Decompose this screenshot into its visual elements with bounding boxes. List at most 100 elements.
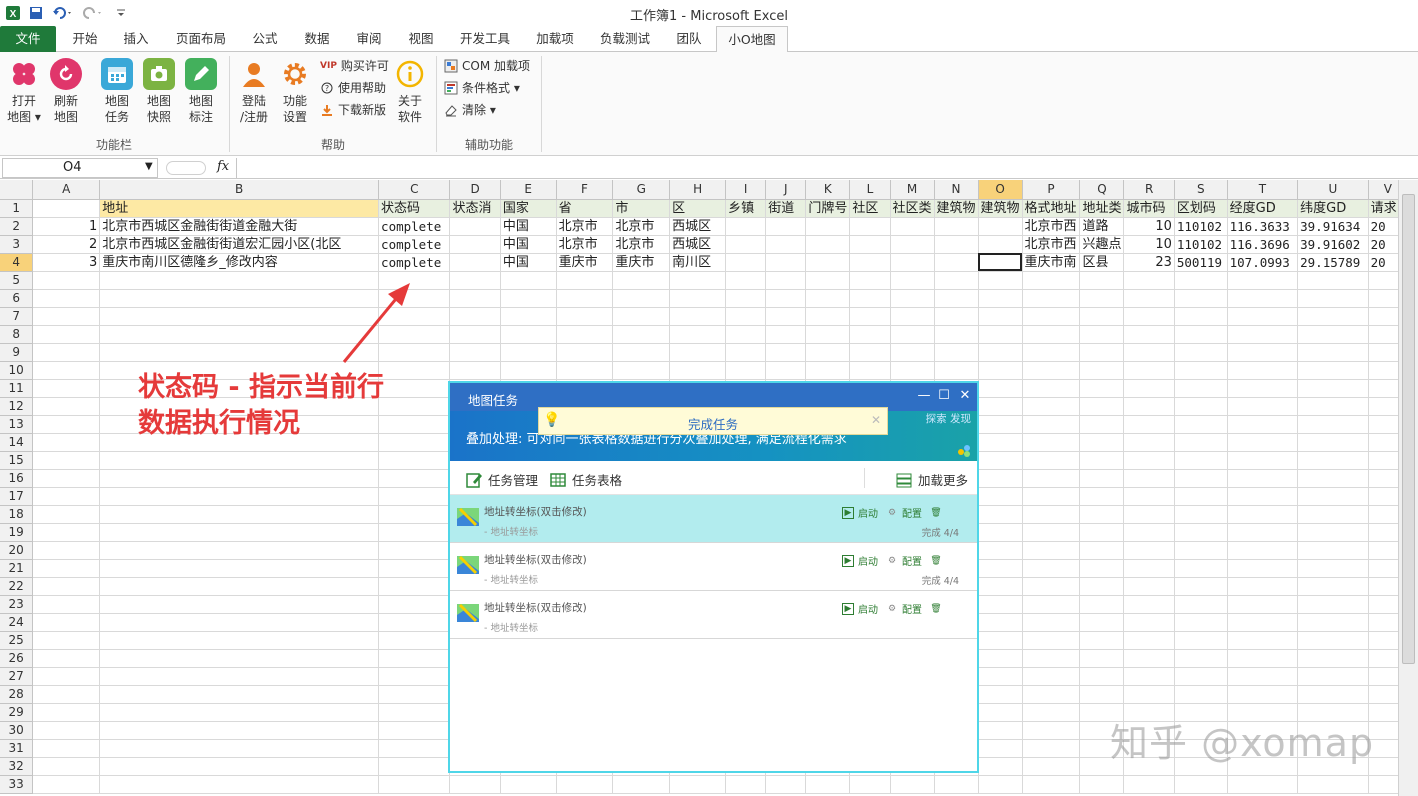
cell-h9[interactable]	[669, 343, 727, 362]
cell-c3[interactable]: complete	[378, 235, 451, 254]
cell-q16[interactable]	[1079, 469, 1125, 488]
cell-g1[interactable]: 市	[612, 199, 671, 218]
cell-p14[interactable]	[1022, 433, 1081, 452]
cell-t2[interactable]: 116.3633	[1227, 217, 1299, 236]
cell-o31[interactable]	[978, 739, 1023, 758]
cell-u19[interactable]	[1297, 523, 1369, 542]
cell-r33[interactable]	[1123, 775, 1175, 794]
cell-o25[interactable]	[978, 631, 1023, 650]
cell-u14[interactable]	[1297, 433, 1369, 452]
cell-s27[interactable]	[1174, 667, 1228, 686]
cell-b31[interactable]	[99, 739, 380, 758]
cell-a6[interactable]	[32, 289, 101, 308]
cell-b21[interactable]	[99, 559, 380, 578]
cell-t25[interactable]	[1227, 631, 1299, 650]
gear-icon[interactable]: ⚙	[886, 507, 898, 519]
cell-a19[interactable]	[32, 523, 101, 542]
cell-p17[interactable]	[1022, 487, 1081, 506]
cell-n6[interactable]	[934, 289, 979, 308]
cell-b23[interactable]	[99, 595, 380, 614]
cell-u20[interactable]	[1297, 541, 1369, 560]
cell-r4[interactable]: 23	[1123, 253, 1175, 272]
cell-o9[interactable]	[978, 343, 1023, 362]
cell-o19[interactable]	[978, 523, 1023, 542]
tab-review[interactable]: 审阅	[346, 26, 392, 52]
cell-u24[interactable]	[1297, 613, 1369, 632]
cell-j33[interactable]	[765, 775, 807, 794]
cell-s10[interactable]	[1174, 361, 1228, 380]
row-header[interactable]: 23	[0, 595, 34, 614]
cell-r11[interactable]	[1123, 379, 1175, 398]
start-button[interactable]: 启动	[858, 553, 878, 568]
cell-a27[interactable]	[32, 667, 101, 686]
map-label-button[interactable]: 地图 标注	[183, 58, 219, 125]
cell-u13[interactable]	[1297, 415, 1369, 434]
cell-q6[interactable]	[1079, 289, 1125, 308]
cell-c32[interactable]	[378, 757, 451, 776]
cell-u7[interactable]	[1297, 307, 1369, 326]
tab-page-layout[interactable]: 页面布局	[166, 26, 236, 52]
cell-d5[interactable]	[449, 271, 501, 290]
cell-g5[interactable]	[612, 271, 671, 290]
cell-e9[interactable]	[500, 343, 557, 362]
cell-m8[interactable]	[890, 325, 935, 344]
cell-q33[interactable]	[1079, 775, 1125, 794]
row-header[interactable]: 32	[0, 757, 34, 776]
cell-r18[interactable]	[1123, 505, 1175, 524]
cell-r27[interactable]	[1123, 667, 1175, 686]
cell-p3[interactable]: 北京市西	[1022, 235, 1081, 254]
cell-u12[interactable]	[1297, 397, 1369, 416]
row-header[interactable]: 1	[0, 199, 34, 218]
cell-m4[interactable]	[890, 253, 935, 272]
cell-l7[interactable]	[849, 307, 891, 326]
column-header-s[interactable]: S	[1174, 180, 1228, 200]
cell-b29[interactable]	[99, 703, 380, 722]
cell-g10[interactable]	[612, 361, 671, 380]
cell-s26[interactable]	[1174, 649, 1228, 668]
cell-o20[interactable]	[978, 541, 1023, 560]
row-header[interactable]: 20	[0, 541, 34, 560]
cell-d7[interactable]	[449, 307, 501, 326]
row-header[interactable]: 13	[0, 415, 34, 434]
cell-a2[interactable]: 1	[32, 217, 101, 236]
cell-t20[interactable]	[1227, 541, 1299, 560]
cell-j1[interactable]: 街道	[765, 199, 807, 218]
cell-c2[interactable]: complete	[378, 217, 451, 236]
cell-u33[interactable]	[1297, 775, 1369, 794]
cell-t26[interactable]	[1227, 649, 1299, 668]
cell-i6[interactable]	[725, 289, 767, 308]
row-header[interactable]: 9	[0, 343, 34, 362]
cell-b24[interactable]	[99, 613, 380, 632]
cell-b18[interactable]	[99, 505, 380, 524]
cell-s12[interactable]	[1174, 397, 1228, 416]
cell-g7[interactable]	[612, 307, 671, 326]
cell-l6[interactable]	[849, 289, 891, 308]
cell-t19[interactable]	[1227, 523, 1299, 542]
cell-f2[interactable]: 北京市	[556, 217, 614, 236]
row-header[interactable]: 22	[0, 577, 34, 596]
cell-j2[interactable]	[765, 217, 807, 236]
cell-b25[interactable]	[99, 631, 380, 650]
cell-b15[interactable]	[99, 451, 380, 470]
minimize-icon[interactable]: —	[916, 388, 932, 404]
cell-a7[interactable]	[32, 307, 101, 326]
column-header-q[interactable]: Q	[1079, 180, 1125, 200]
cell-o32[interactable]	[978, 757, 1023, 776]
cell-b30[interactable]	[99, 721, 380, 740]
cell-r28[interactable]	[1123, 685, 1175, 704]
cell-p4[interactable]: 重庆市南	[1022, 253, 1081, 272]
cell-q23[interactable]	[1079, 595, 1125, 614]
cell-s8[interactable]	[1174, 325, 1228, 344]
cell-c22[interactable]	[378, 577, 451, 596]
row-header[interactable]: 31	[0, 739, 34, 758]
cell-a14[interactable]	[32, 433, 101, 452]
cell-s5[interactable]	[1174, 271, 1228, 290]
cell-b28[interactable]	[99, 685, 380, 704]
cell-q28[interactable]	[1079, 685, 1125, 704]
cell-i33[interactable]	[725, 775, 767, 794]
cell-c20[interactable]	[378, 541, 451, 560]
cell-q8[interactable]	[1079, 325, 1125, 344]
cell-u5[interactable]	[1297, 271, 1369, 290]
cell-n7[interactable]	[934, 307, 979, 326]
row-header[interactable]: 2	[0, 217, 34, 236]
